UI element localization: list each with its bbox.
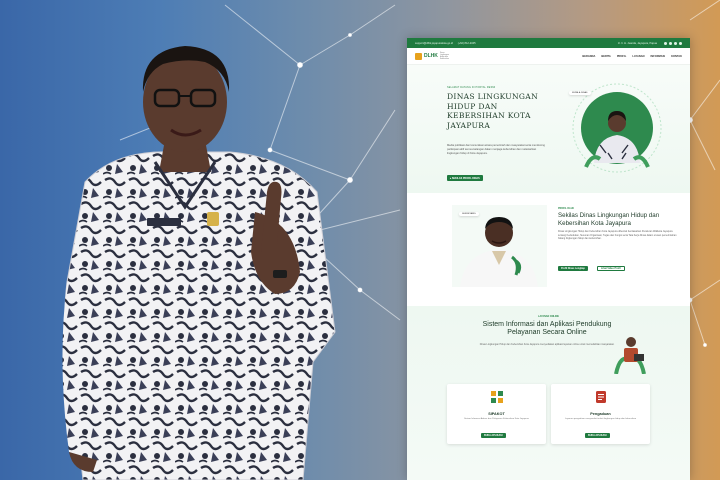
hero-eyebrow: SELAMAT DATANG DI PORTAL RESMI <box>447 86 496 89</box>
menu-item-kontak[interactable]: KONTAK <box>671 55 682 58</box>
site-logo[interactable]: DLHK Dinas Lingkungan Hidup dan Kebersih… <box>415 52 454 60</box>
grid-apps-icon <box>490 391 503 403</box>
menu-item-berita[interactable]: BERITA <box>601 55 610 58</box>
logo-emblem-icon <box>415 52 422 60</box>
logo-text: DLHK <box>424 53 438 59</box>
services-title: Sistem Informasi dan Aplikasi Pendukung … <box>482 321 612 337</box>
facebook-icon[interactable] <box>664 41 667 45</box>
services-illustration <box>614 337 646 374</box>
social-links <box>664 41 682 45</box>
menu-item-beranda[interactable]: BERANDA <box>582 55 595 58</box>
service-card-desc: Layanan pengaduan masyarakat terkait lin… <box>564 418 637 420</box>
complaint-icon <box>595 391 606 403</box>
website-mockup: support@dlhk.jayapurakota.go.id (+62) 81… <box>407 38 690 480</box>
email-text: support@dlhk.jayapurakota.go.id <box>415 41 453 45</box>
service-card-name: Pengaduan <box>590 412 611 416</box>
open-app-button[interactable]: BUKA APLIKASI <box>481 433 506 438</box>
about-title: Sekilas Dinas Lingkungan Hidup dan Keber… <box>558 212 660 227</box>
service-card-name: SIPAKOT <box>488 412 505 416</box>
hero-title: DINAS LINGKUNGAN HIDUP DAN KEBERSIHAN KO… <box>447 92 539 130</box>
about-portrait <box>452 205 547 287</box>
open-app-button[interactable]: BUKA APLIKASI <box>585 433 610 438</box>
navbar: DLHK Dinas Lingkungan Hidup dan Kebersih… <box>407 48 690 65</box>
service-card-desc: Sistem Informasi Aduan dan Pelayanan Keb… <box>464 418 529 420</box>
about-description: Dinas Lingkungan Hidup dan Kebersihan Ko… <box>558 230 677 241</box>
topbar: support@dlhk.jayapurakota.go.id (+62) 81… <box>407 38 690 48</box>
youtube-icon[interactable] <box>679 41 682 45</box>
hero-profile-button[interactable]: ▸ SEKILAS PROFIL DINAS <box>447 175 483 181</box>
services-section: LAYANAN ONLINE Sistem Informasi dan Apli… <box>407 306 690 480</box>
logo-subtitle: Dinas Lingkungan Hidup dan Kebersihan <box>439 52 450 60</box>
about-eyebrow: PROFIL DLHK <box>558 207 575 210</box>
menu-item-layanan[interactable]: LAYANAN <box>632 55 644 58</box>
about-section: SEKRETARIS PROFIL DLHK Sekilas Dinas Lin… <box>407 200 690 320</box>
profile-detail-button[interactable]: Profil Dinas Lengkap <box>558 266 588 271</box>
instagram-icon[interactable] <box>674 41 677 45</box>
presenter-photo <box>62 46 336 480</box>
menu-item-informasi[interactable]: INFORMASI <box>651 55 666 58</box>
address-text: Jl. Ir. H. Juanda, Jayapura, Papua <box>617 41 657 45</box>
twitter-icon[interactable] <box>669 41 672 45</box>
hero-description: Media publikasi dan komunikasi antara pe… <box>447 144 545 155</box>
hero-portrait <box>572 83 662 173</box>
hero-portrait-badge: KEPALA DINAS <box>569 91 591 95</box>
about-portrait-badge: SEKRETARIS <box>459 212 479 216</box>
service-card-pengaduan[interactable]: Pengaduan Layanan pengaduan masyarakat t… <box>551 384 650 444</box>
menu-item-profil[interactable]: PROFIL <box>617 55 627 58</box>
services-eyebrow: LAYANAN ONLINE <box>538 315 559 318</box>
main-menu: BERANDA BERITA PROFIL LAYANAN INFORMASI … <box>582 55 682 58</box>
video-profile-button[interactable]: Lihat Video Profil <box>597 266 625 271</box>
phone-text: (+62) 812-2345 <box>457 41 476 45</box>
service-card-sipakot[interactable]: SIPAKOT Sistem Informasi Aduan dan Pelay… <box>447 384 546 444</box>
